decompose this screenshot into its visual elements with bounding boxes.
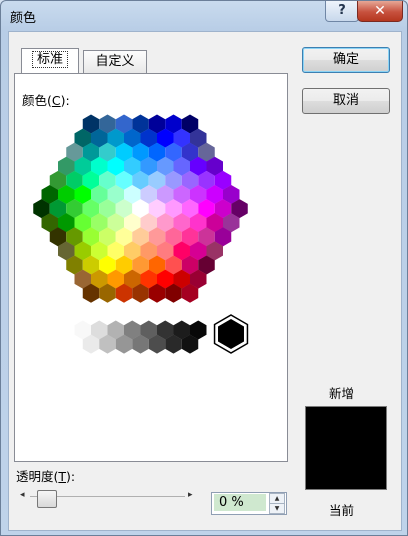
color-hexagon-grid[interactable] [0,0,408,536]
